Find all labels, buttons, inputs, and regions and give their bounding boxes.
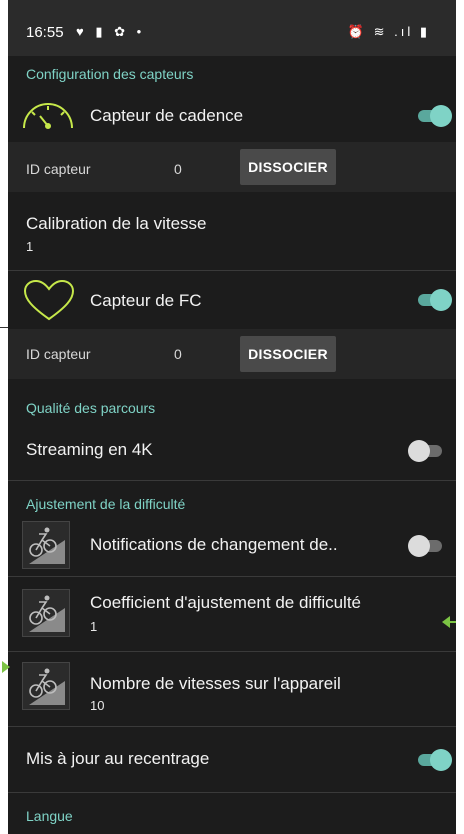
heart-rate-sensor-row[interactable]: Capteur de FC: [8, 271, 456, 329]
recenter-update-toggle[interactable]: [416, 749, 452, 771]
streaming-4k-row[interactable]: Streaming en 4K: [8, 422, 456, 478]
cadence-id-value: 0: [174, 161, 182, 177]
speed-calibration-row[interactable]: Calibration de la vitesse 1: [8, 192, 456, 270]
cadence-dissociate-button[interactable]: DISSOCIER: [240, 149, 336, 185]
section-title-difficulty: Ajustement de la difficulté: [26, 496, 186, 512]
section-title-language: Langue: [26, 808, 73, 824]
difficulty-notifications-label: Notifications de changement de..: [90, 535, 338, 554]
speed-calibration-label: Calibration de la vitesse: [26, 214, 207, 233]
cadence-id-row: ID capteur 0 DISSOCIER: [8, 142, 456, 192]
streaming-4k-toggle[interactable]: [408, 440, 444, 462]
divider: [8, 792, 456, 793]
difficulty-notifications-row[interactable]: Notifications de changement de..: [8, 515, 456, 575]
heart-rate-dissociate-button[interactable]: DISSOCIER: [240, 336, 336, 372]
cadence-sensor-row[interactable]: Capteur de cadence: [8, 90, 456, 142]
divider: [8, 480, 456, 481]
difficulty-coefficient-value: 1: [90, 619, 98, 634]
settings-screen: 16:55 ♥ ▮ ✿ • ⏰ ≋ .ıl ▮ Configuration de…: [8, 0, 456, 834]
speedometer-icon: [23, 103, 73, 129]
notification-icons: ♥ ▮ ✿ •: [76, 24, 146, 39]
cyclist-slope-icon: [22, 589, 70, 637]
recenter-update-label: Mis à jour au recentrage: [26, 749, 210, 768]
cyclist-slope-icon: [22, 521, 70, 569]
heart-rate-id-value: 0: [174, 346, 182, 362]
speed-calibration-value: 1: [26, 239, 34, 254]
heart-rate-sensor-label: Capteur de FC: [90, 291, 202, 310]
device-gears-label: Nombre de vitesses sur l'appareil: [90, 674, 341, 693]
difficulty-notifications-toggle[interactable]: [408, 535, 444, 557]
difficulty-coefficient-row[interactable]: Coefficient d'ajustement de difficulté 1: [8, 577, 456, 651]
status-time: 16:55: [26, 24, 64, 41]
section-title-routes: Qualité des parcours: [26, 400, 156, 416]
annotation-arrow-icon: [2, 661, 10, 673]
cadence-id-label: ID capteur: [26, 161, 91, 177]
streaming-4k-label: Streaming en 4K: [26, 440, 153, 459]
difficulty-coefficient-label: Coefficient d'ajustement de difficulté: [90, 593, 362, 612]
device-gears-row[interactable]: Nombre de vitesses sur l'appareil 10: [8, 652, 456, 726]
cadence-sensor-toggle[interactable]: [416, 105, 452, 127]
cyclist-slope-icon: [22, 662, 70, 710]
cadence-sensor-label: Capteur de cadence: [90, 106, 244, 125]
heart-rate-sensor-toggle[interactable]: [416, 289, 452, 311]
device-gears-value: 10: [90, 698, 105, 713]
heart-icon: [23, 279, 75, 321]
heart-rate-id-row: ID capteur 0 DISSOCIER: [8, 329, 456, 379]
status-bar: 16:55 ♥ ▮ ✿ • ⏰ ≋ .ıl ▮: [8, 0, 456, 56]
system-icons: ⏰ ≋ .ıl ▮: [347, 24, 430, 39]
annotation-arrow-icon: [442, 616, 456, 628]
section-title-sensors: Configuration des capteurs: [26, 66, 194, 82]
annotation-tick-icon: [0, 327, 8, 328]
heart-rate-id-label: ID capteur: [26, 346, 91, 362]
recenter-update-row[interactable]: Mis à jour au recentrage: [8, 727, 456, 791]
